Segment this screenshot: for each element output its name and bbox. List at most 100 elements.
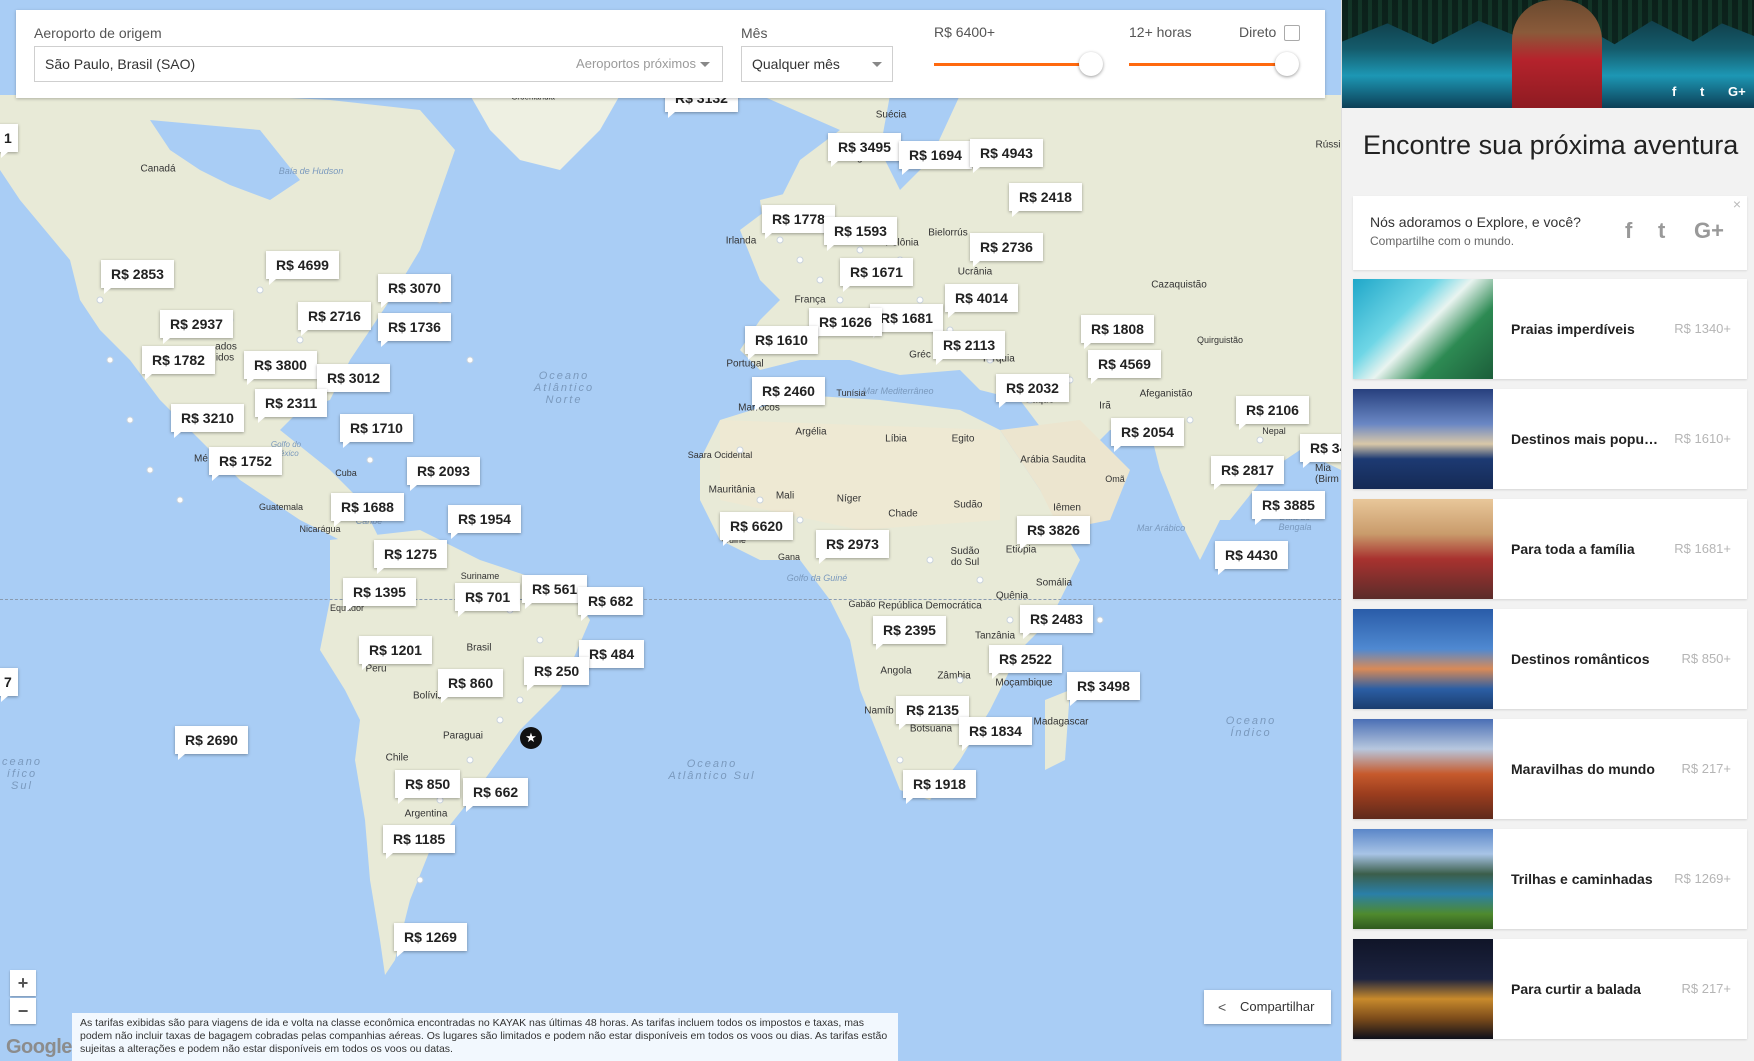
price-tag[interactable]: R$ 34 <box>1300 434 1341 468</box>
price-tag[interactable]: R$ 1671 <box>840 258 913 292</box>
destination-dot[interactable] <box>1256 436 1264 444</box>
price-tag[interactable]: R$ 1736 <box>378 313 451 347</box>
price-tag[interactable]: R$ 860 <box>438 669 504 703</box>
price-tag[interactable]: R$ 1808 <box>1081 315 1154 349</box>
price-tag[interactable]: R$ 1752 <box>209 447 282 481</box>
price-tag[interactable]: R$ 1694 <box>899 141 972 175</box>
price-tag[interactable]: R$ 1610 <box>745 326 818 360</box>
destination-dot[interactable] <box>126 416 134 424</box>
price-tag[interactable]: R$ 2054 <box>1111 418 1184 452</box>
price-tag[interactable]: R$ 2937 <box>160 310 233 344</box>
destination-dot[interactable] <box>836 296 844 304</box>
month-select[interactable]: Qualquer mês <box>741 46 893 82</box>
price-tag[interactable]: R$ 3070 <box>378 274 451 308</box>
price-tag[interactable]: R$ 4430 <box>1215 541 1288 575</box>
price-tag[interactable]: R$ 2817 <box>1211 456 1284 490</box>
price-tag[interactable]: R$ 6620 <box>720 512 793 546</box>
destination-dot[interactable] <box>916 296 924 304</box>
twitter-icon[interactable]: t <box>1700 84 1704 99</box>
price-tag[interactable]: R$ 1269 <box>394 923 467 957</box>
price-tag[interactable]: R$ 2716 <box>298 302 371 336</box>
price-tag[interactable]: R$ 2135 <box>896 696 969 730</box>
destination-dot[interactable] <box>1186 416 1194 424</box>
price-tag[interactable]: R$ 3498 <box>1067 672 1140 706</box>
price-tag[interactable]: R$ 1954 <box>448 505 521 539</box>
category-card[interactable]: Trilhas e caminhadas R$ 1269+ <box>1353 829 1747 929</box>
price-tag[interactable]: R$ 1201 <box>359 636 432 670</box>
price-tag[interactable]: R$ 2973 <box>816 530 889 564</box>
price-tag[interactable]: R$ 2460 <box>752 377 825 411</box>
destination-dot[interactable] <box>296 336 304 344</box>
price-tag[interactable]: R$ 2522 <box>989 645 1062 679</box>
destination-dot[interactable] <box>856 246 864 254</box>
destination-dot[interactable] <box>366 456 374 464</box>
price-tag[interactable]: R$ 701 <box>455 583 521 617</box>
twitter-icon[interactable]: t <box>1658 218 1665 244</box>
price-tag[interactable]: R$ 2395 <box>873 616 946 650</box>
origin-star-icon[interactable]: ★ <box>520 727 542 749</box>
google-plus-icon[interactable]: G+ <box>1728 84 1746 99</box>
price-tag[interactable]: R$ 1834 <box>959 717 1032 751</box>
price-tag[interactable]: R$ 2106 <box>1236 396 1309 430</box>
price-tag[interactable]: R$ 4014 <box>945 284 1018 318</box>
zoom-out-button[interactable]: − <box>10 998 36 1024</box>
category-card[interactable]: Destinos românticos R$ 850+ <box>1353 609 1747 709</box>
price-tag-clipped[interactable]: 1 <box>0 124 18 158</box>
destination-dot[interactable] <box>106 356 114 364</box>
price-tag[interactable]: R$ 2311 <box>255 389 328 423</box>
destination-dot[interactable] <box>816 276 824 284</box>
destination-dot[interactable] <box>516 696 524 704</box>
price-tag[interactable]: R$ 2418 <box>1009 183 1082 217</box>
price-tag[interactable]: R$ 1918 <box>903 770 976 804</box>
google-plus-icon[interactable]: G+ <box>1694 218 1724 244</box>
price-tag[interactable]: R$ 1782 <box>142 346 215 380</box>
destination-dot[interactable] <box>1006 616 1014 624</box>
destination-dot[interactable] <box>956 676 964 684</box>
destination-dot[interactable] <box>466 356 474 364</box>
price-tag[interactable]: R$ 250 <box>524 657 590 691</box>
category-card[interactable]: Para toda a família R$ 1681+ <box>1353 499 1747 599</box>
facebook-icon[interactable]: f <box>1625 218 1632 244</box>
destination-dot[interactable] <box>176 496 184 504</box>
price-tag[interactable]: R$ 3495 <box>828 133 901 167</box>
facebook-icon[interactable]: f <box>1672 84 1676 99</box>
destination-dot[interactable] <box>736 446 744 454</box>
destination-dot[interactable] <box>466 756 474 764</box>
price-tag[interactable]: R$ 1710 <box>340 414 413 448</box>
price-tag[interactable]: R$ 2483 <box>1020 605 1093 639</box>
price-tag[interactable]: R$ 1688 <box>331 493 404 527</box>
category-card[interactable]: Praias imperdíveis R$ 1340+ <box>1353 279 1747 379</box>
price-tag[interactable]: R$ 4943 <box>970 139 1043 173</box>
world-map[interactable]: Canadá Baía de Hudson Groenlândia Suécia… <box>0 0 1341 1061</box>
price-tag[interactable]: R$ 682 <box>578 587 644 621</box>
price-tag[interactable]: R$ 3210 <box>171 404 244 438</box>
destination-dot[interactable] <box>536 636 544 644</box>
price-tag[interactable]: R$ 1626 <box>809 308 882 342</box>
price-tag[interactable]: R$ 3885 <box>1252 491 1325 525</box>
destination-dot[interactable] <box>496 716 504 724</box>
category-card[interactable]: Destinos mais populares R$ 1610+ <box>1353 389 1747 489</box>
price-tag[interactable]: R$ 4569 <box>1088 350 1161 384</box>
destination-dot[interactable] <box>416 876 424 884</box>
price-tag[interactable]: R$ 2736 <box>970 233 1043 267</box>
destination-dot[interactable] <box>926 556 934 564</box>
share-map-button[interactable]: < Compartilhar <box>1204 990 1331 1024</box>
price-tag[interactable]: R$ 2113 <box>933 331 1006 365</box>
price-slider-handle[interactable] <box>1079 52 1103 76</box>
price-tag[interactable]: R$ 3800 <box>244 351 317 385</box>
price-tag[interactable]: R$ 3826 <box>1017 516 1090 550</box>
price-tag-clipped[interactable]: 7 <box>0 668 18 702</box>
price-tag[interactable]: R$ 1395 <box>343 578 416 612</box>
direct-checkbox[interactable] <box>1284 25 1300 41</box>
duration-slider-track[interactable] <box>1129 63 1287 66</box>
destination-dot[interactable] <box>96 296 104 304</box>
price-tag[interactable]: R$ 2032 <box>996 374 1069 408</box>
price-tag[interactable]: R$ 3012 <box>317 364 390 398</box>
price-slider-track[interactable] <box>934 63 1091 66</box>
price-tag[interactable]: R$ 850 <box>395 770 461 804</box>
destination-dot[interactable] <box>756 496 764 504</box>
destination-dot[interactable] <box>976 576 984 584</box>
category-card[interactable]: Maravilhas do mundo R$ 217+ <box>1353 719 1747 819</box>
destination-dot[interactable] <box>146 466 154 474</box>
zoom-in-button[interactable]: + <box>10 970 36 996</box>
